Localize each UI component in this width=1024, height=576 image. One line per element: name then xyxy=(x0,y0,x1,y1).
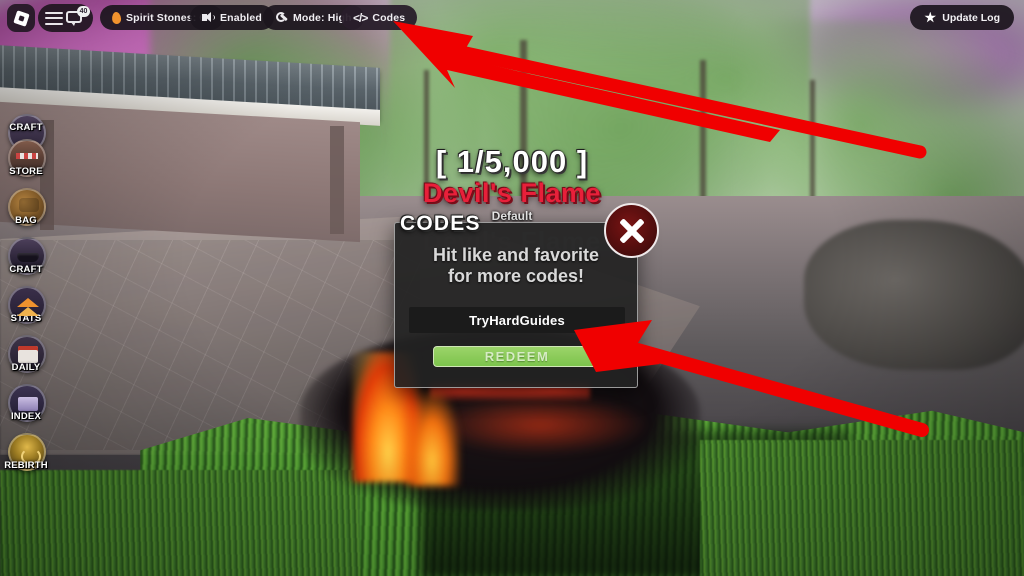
sidebar-item-label: BAG xyxy=(15,215,37,226)
roblox-logo-button[interactable] xyxy=(7,4,35,32)
codes-modal: Hit like and favorite for more codes! Tr… xyxy=(394,222,638,388)
code-brackets-icon: </> xyxy=(353,10,368,25)
chat-icon[interactable]: 40 xyxy=(66,5,90,27)
sidebar-item-stats[interactable]: STATS xyxy=(2,286,50,332)
redeem-button[interactable]: REDEEM xyxy=(433,346,601,367)
speaker-icon xyxy=(202,12,215,23)
codes-modal-title: CODES xyxy=(400,212,481,235)
code-input-value: TryHardGuides xyxy=(469,312,565,328)
sidebar-item-craft-top[interactable]: CRAFT xyxy=(2,114,50,152)
sidebar-item-label: CRAFT xyxy=(9,264,43,275)
building-wall xyxy=(0,101,360,243)
roblox-icon xyxy=(12,9,30,27)
sidebar-item-bag[interactable]: BAG xyxy=(2,188,50,234)
close-icon[interactable] xyxy=(604,203,659,258)
hamburger-menu-icon[interactable] xyxy=(45,11,63,25)
flame-icon xyxy=(111,11,122,24)
wrench-icon xyxy=(275,11,288,24)
sidebar-item-label: STORE xyxy=(9,166,43,177)
codes-modal-message-line1: Hit like and favorite xyxy=(432,245,600,265)
sidebar-item-label: CRAFT xyxy=(9,122,43,133)
sidebar-item-label: DAILY xyxy=(11,362,41,373)
update-log-label: Update Log xyxy=(942,11,1000,24)
roblox-menu-group: 40 xyxy=(38,4,93,32)
sidebar-item-daily[interactable]: DAILY xyxy=(2,335,50,381)
game-screenshot: 40 Spirit Stones: 60 Enabled Mode: High … xyxy=(0,0,1024,576)
sound-toggle-pill[interactable]: Enabled xyxy=(190,5,274,30)
sidebar-item-store[interactable]: STORE xyxy=(2,139,50,185)
building-pillar xyxy=(330,126,344,234)
sidebar-item-craft[interactable]: CRAFT xyxy=(2,237,50,283)
rock xyxy=(804,220,1024,370)
codes-modal-message-line2: for more codes! xyxy=(447,266,585,287)
chat-badge: 40 xyxy=(77,5,90,17)
codes-modal-message: Hit like and favorite for more codes! xyxy=(395,245,637,287)
codes-button[interactable]: </> Codes xyxy=(341,5,418,30)
codes-label: Codes xyxy=(372,11,406,24)
bottom-hud: Cultivate Breakthrough 100,000 CV Mortal… xyxy=(0,386,1024,576)
star-icon xyxy=(924,11,937,23)
redeem-label: REDEEM xyxy=(484,349,550,364)
code-input[interactable]: TryHardGuides xyxy=(409,307,625,333)
top-bar: 40 Spirit Stones: 60 Enabled Mode: High … xyxy=(0,0,1024,34)
update-log-button[interactable]: Update Log xyxy=(910,5,1014,30)
sound-state-label: Enabled xyxy=(220,11,262,24)
